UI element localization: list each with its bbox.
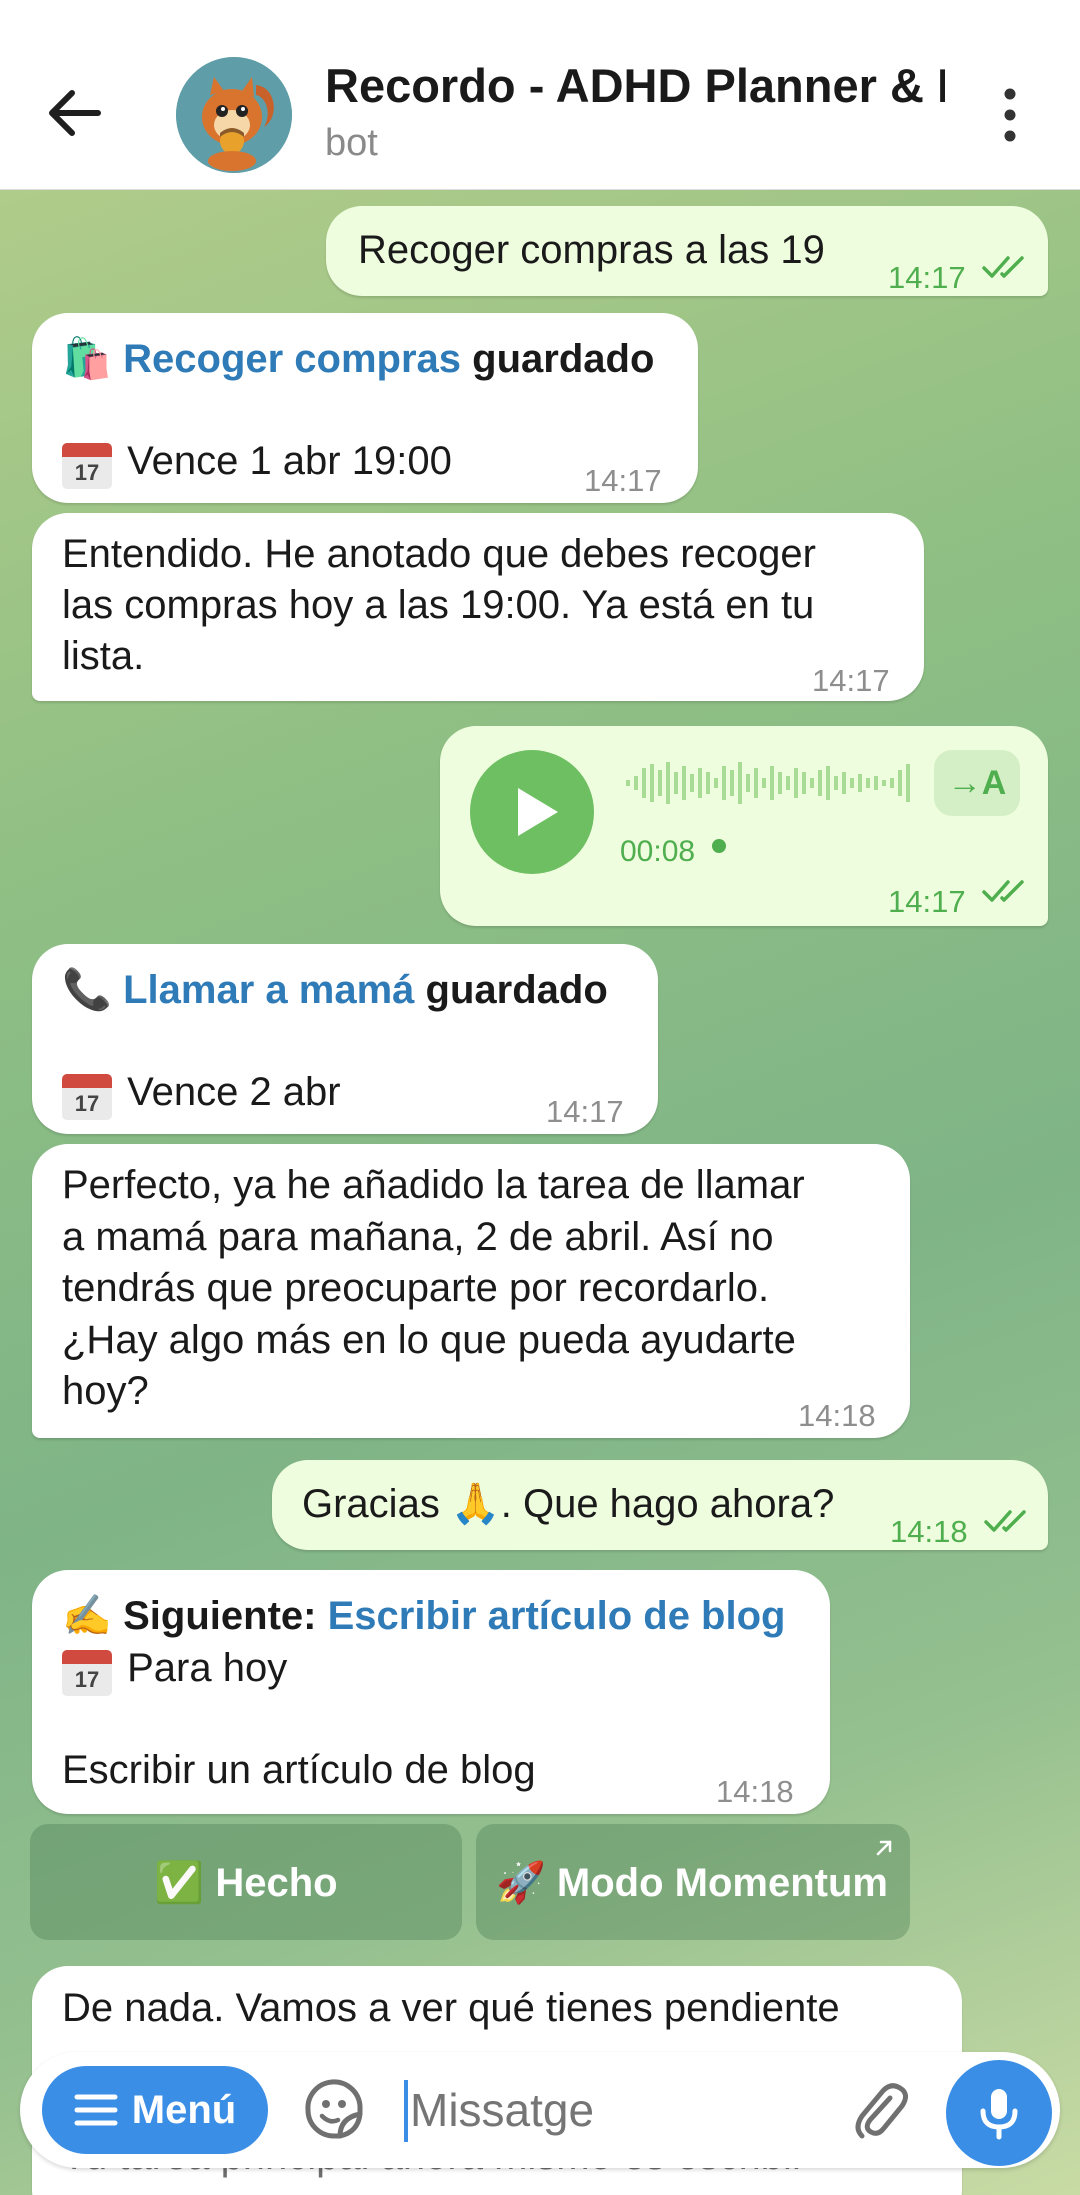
message-outgoing[interactable]: Recoger compras a las 19 14:17 (326, 206, 1048, 296)
message-line: las compras hoy a las 19:00. Ya está en … (62, 583, 815, 627)
message-time: 14:17 (546, 1094, 624, 1129)
message-input[interactable] (410, 2072, 850, 2148)
message-time: 14:17 (812, 663, 890, 698)
more-options-icon[interactable] (990, 80, 1030, 150)
due-line: 17 Vence 2 abr (62, 1066, 341, 1120)
bot-avatar[interactable] (176, 57, 292, 173)
calendar-icon: 17 (62, 1650, 112, 1696)
message-time: 14:18 (798, 1398, 876, 1433)
task-link[interactable]: Llamar a mamá (123, 968, 414, 1012)
done-button[interactable]: ✅ Hecho (30, 1824, 462, 1940)
text-cursor (404, 2080, 408, 2142)
message-line: tendrás que preocuparte por recordarlo. (62, 1266, 770, 1310)
back-arrow-icon[interactable] (40, 78, 110, 148)
open-link-arrow-icon (876, 1840, 892, 1856)
message-line: Entendido. He anotado que debes recoger (62, 532, 816, 576)
double-check-icon (984, 1510, 1026, 1532)
microphone-button[interactable] (946, 2060, 1052, 2166)
message-text: Recoger compras a las 19 (358, 228, 825, 272)
voice-message[interactable]: →A 00:08 14:17 (440, 726, 1048, 926)
message-line: lista. (62, 634, 145, 678)
due-text: Vence 2 abr (127, 1070, 341, 1114)
message-line: De nada. Vamos a ver qué tienes pendient… (62, 1986, 840, 2030)
message-time: 14:18 (716, 1774, 794, 1809)
chat-subtitle: bot (325, 122, 378, 164)
calendar-icon: 17 (62, 443, 112, 489)
attach-icon[interactable] (846, 2078, 910, 2142)
menu-label: Menú (131, 2087, 237, 2132)
message-input-bar: Menú (20, 2052, 1060, 2168)
calendar-icon: 17 (62, 1074, 112, 1120)
chat-header: Recordo - ADHD Planner & Memo bot (0, 0, 1080, 190)
message-incoming[interactable]: ✍️ Siguiente: Escribir artículo de blog … (32, 1570, 830, 1814)
momentum-mode-label: 🚀 Modo Momentum (496, 1860, 888, 1905)
due-line: 17 Vence 1 abr 19:00 (62, 435, 452, 489)
double-check-icon (982, 256, 1024, 278)
transcribe-button[interactable]: →A (934, 750, 1020, 816)
waveform-icon (626, 762, 910, 804)
chat-title[interactable]: Recordo - ADHD Planner & Memo (325, 58, 945, 118)
message-incoming[interactable]: 🛍️ Recoger compras guardado 17 Vence 1 a… (32, 313, 698, 503)
voice-duration: 00:08 (620, 835, 696, 868)
chat-area[interactable]: Recoger compras a las 19 14:17 🛍️ Recoge… (0, 190, 1080, 2195)
message-line: hoy? (62, 1369, 149, 1413)
message-time: 14:17 (888, 884, 966, 919)
message-line: a mamá para mañana, 2 de abril. Así no (62, 1214, 774, 1259)
next-task-line: ✍️ Siguiente: Escribir artículo de blog (62, 1590, 785, 1642)
message-time: 14:17 (888, 260, 966, 295)
hamburger-icon (74, 2094, 118, 2126)
message-incoming[interactable]: Perfecto, ya he añadido la tarea de llam… (32, 1144, 910, 1438)
due-text: Vence 1 abr 19:00 (127, 439, 452, 483)
unplayed-dot (712, 839, 726, 853)
phone-icon: 📞 (62, 968, 112, 1012)
message-text: Gracias 🙏. Que hago ahora? (302, 1482, 835, 1526)
message-incoming[interactable]: 📞 Llamar a mamá guardado 17 Vence 2 abr … (32, 944, 658, 1134)
task-saved-line: 🛍️ Recoger compras guardado (62, 333, 654, 385)
sticker-icon[interactable] (298, 2074, 370, 2146)
saved-label: guardado (472, 337, 655, 381)
writing-hand-icon: ✍️ (62, 1594, 112, 1638)
bot-menu-button[interactable]: Menú (42, 2066, 268, 2154)
message-line: ¿Hay algo más en lo que pueda ayudarte (62, 1317, 796, 1362)
message-time: 14:17 (584, 463, 662, 498)
saved-label: guardado (425, 968, 608, 1012)
momentum-mode-button[interactable]: 🚀 Modo Momentum (476, 1824, 910, 1940)
task-link[interactable]: Escribir artículo de blog (328, 1594, 786, 1638)
next-label: Siguiente: (123, 1594, 317, 1638)
due-line: 17 Para hoy (62, 1642, 287, 1696)
message-time: 14:18 (890, 1514, 968, 1549)
message-outgoing[interactable]: Gracias 🙏. Que hago ahora? 14:18 (272, 1460, 1048, 1550)
task-body: Escribir un artículo de blog (62, 1748, 536, 1792)
play-button[interactable] (470, 750, 594, 874)
double-check-icon (982, 880, 1024, 902)
message-incoming[interactable]: Entendido. He anotado que debes recoger … (32, 513, 924, 701)
play-icon (518, 788, 558, 836)
message-line: Perfecto, ya he añadido la tarea de llam… (62, 1163, 805, 1207)
microphone-icon (980, 2089, 1018, 2140)
task-saved-line: 📞 Llamar a mamá guardado (62, 964, 608, 1016)
due-text: Para hoy (127, 1646, 288, 1690)
shopping-bag-icon: 🛍️ (62, 337, 112, 381)
task-link[interactable]: Recoger compras (123, 337, 461, 381)
squirrel-icon (176, 57, 292, 173)
